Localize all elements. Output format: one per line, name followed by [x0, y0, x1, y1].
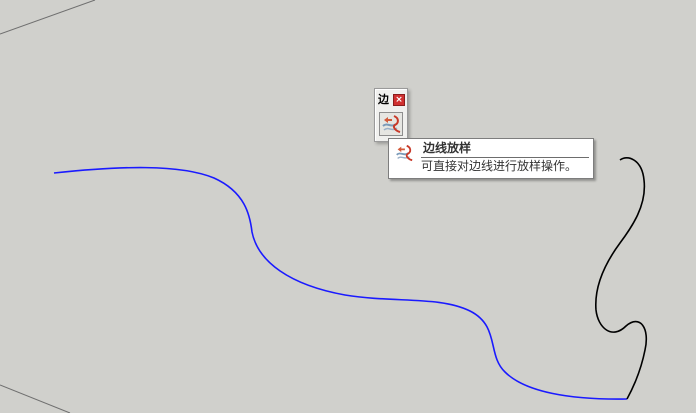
axis-line-top: [0, 0, 96, 35]
toolbar-title: 边: [378, 93, 389, 106]
edge-stakeout-icon: [396, 144, 413, 162]
modeling-viewport[interactable]: [0, 0, 696, 413]
profile-curve[interactable]: [595, 156, 647, 400]
tooltip-description: 可直接对边线进行放样操作。: [421, 159, 578, 173]
toolbar-titlebar[interactable]: 边 ×: [377, 92, 405, 108]
toolbar-close-button[interactable]: ×: [393, 94, 405, 106]
path-curve[interactable]: [53, 166, 628, 400]
tool-tooltip: 边线放样 可直接对边线进行放样操作。: [388, 138, 594, 179]
edge-stakeout-tool-button[interactable]: [379, 112, 403, 136]
tooltip-divider: [421, 157, 589, 158]
axis-line-bottom: [0, 384, 71, 413]
edge-stakeout-icon: [382, 115, 401, 133]
edge-stakeout-toolbar[interactable]: 边 ×: [374, 88, 408, 142]
tooltip-title: 边线放样: [423, 141, 472, 155]
